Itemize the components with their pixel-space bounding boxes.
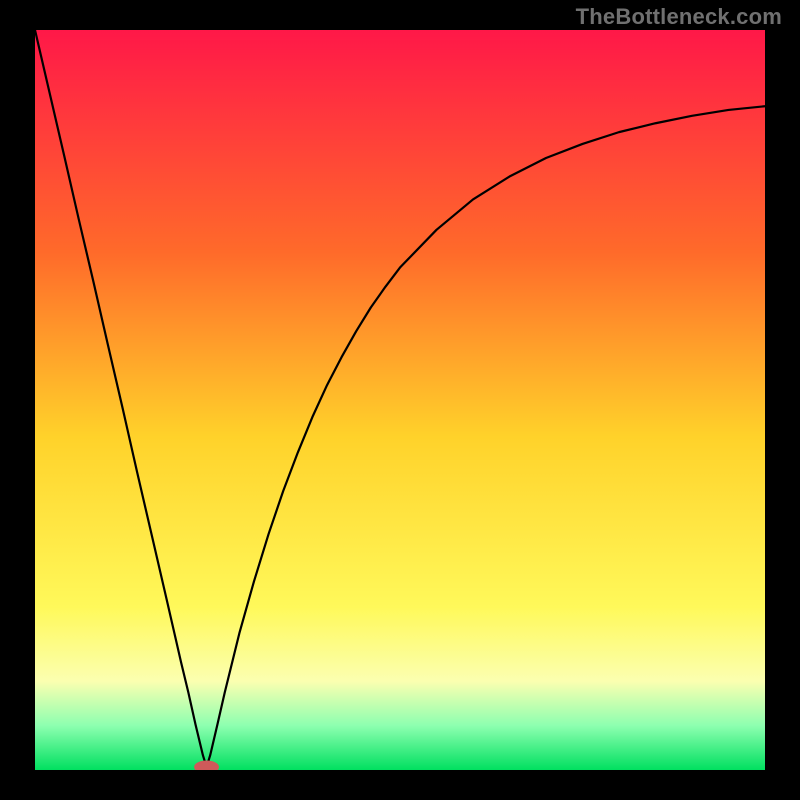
chart-frame: TheBottleneck.com (0, 0, 800, 800)
watermark-text: TheBottleneck.com (576, 4, 782, 30)
chart-svg (35, 30, 765, 770)
plot-area (35, 30, 765, 770)
gradient-background (35, 30, 765, 770)
minimum-marker (195, 761, 219, 770)
